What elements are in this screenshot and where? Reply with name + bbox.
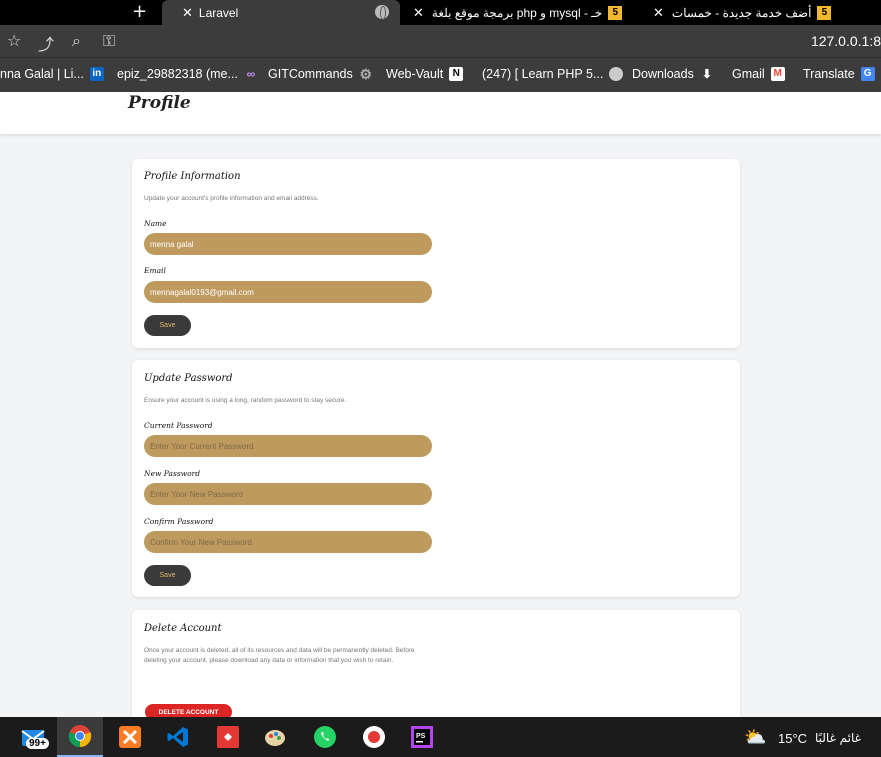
bookmark-linkedin[interactable]: nna Galal | Li... in xyxy=(0,67,104,81)
chrome-icon[interactable] xyxy=(57,717,103,757)
whatsapp-icon[interactable] xyxy=(311,723,339,751)
share-icon[interactable]: ⤴ xyxy=(38,31,54,55)
bookmark-gitcommands[interactable]: GITCommands ⚙ xyxy=(268,67,373,81)
globe-icon xyxy=(375,5,389,20)
delete-account-title: Delete Account xyxy=(144,623,222,634)
update-password-title: Update Password xyxy=(144,373,233,384)
bookmark-label: GITCommands xyxy=(268,67,353,81)
temperature: 15°C xyxy=(778,731,808,746)
bookmark-label: epiz_29882318 (me... xyxy=(117,67,238,81)
close-tab-icon[interactable]: ✕ xyxy=(182,5,193,21)
gear-icon: ⚙ xyxy=(359,66,373,82)
email-input[interactable]: mennagalal0193@gmail.com xyxy=(144,281,432,303)
close-tab-icon[interactable]: ✕ xyxy=(653,5,664,21)
tab-laravel[interactable]: ✕ Laravel xyxy=(162,0,400,25)
close-tab-icon[interactable]: ✕ xyxy=(413,5,424,21)
page-header: Profile xyxy=(0,92,881,134)
save-password-button[interactable]: Save xyxy=(144,565,191,586)
bookmark-label: Translate xyxy=(803,67,855,81)
save-profile-button[interactable]: Save xyxy=(144,315,191,336)
name-label: Name xyxy=(144,219,167,228)
svg-text:PS: PS xyxy=(416,733,426,740)
tab-title: أضف خدمة جديدة - خمسات xyxy=(671,5,812,20)
tab-strip: + ✕ Laravel ✕ برمجة موقع بلغة php و mysq… xyxy=(0,0,881,25)
zoom-icon[interactable]: ⌕ xyxy=(72,31,81,51)
current-password-label: Current Password xyxy=(144,421,213,430)
mail-badge: 99+ xyxy=(26,738,49,749)
khamsat-icon: 5 xyxy=(608,5,623,20)
current-password-input[interactable]: Enter Your Current Password xyxy=(144,435,432,457)
gmail-icon: M xyxy=(770,67,785,81)
globe-icon xyxy=(609,67,624,81)
notion-icon: N xyxy=(449,67,464,81)
confirm-password-input[interactable]: Confirm Your New Password xyxy=(144,531,432,553)
download-icon: ⬇ xyxy=(701,67,712,81)
xampp-icon[interactable] xyxy=(116,723,144,751)
email-label: Email xyxy=(144,266,166,275)
vscode-icon[interactable] xyxy=(164,723,192,751)
bookmark-gmail[interactable]: Gmail M xyxy=(732,67,785,81)
page-title: Profile xyxy=(128,93,191,113)
bookmark-label: (247) [ Learn PHP 5... xyxy=(482,67,604,81)
bookmark-translate[interactable]: Translate G xyxy=(803,67,875,81)
paint-icon[interactable] xyxy=(261,723,289,751)
infinity-icon: ∞ xyxy=(246,67,256,81)
new-password-label: New Password xyxy=(144,469,201,478)
delete-account-description: Once your account is deleted, all of its… xyxy=(144,647,415,664)
weather-condition: غائم غالبًا xyxy=(815,731,861,745)
confirm-password-label: Confirm Password xyxy=(144,517,214,526)
translate-icon: G xyxy=(860,67,875,81)
bookmark-downloads[interactable]: Downloads ⬇ xyxy=(632,67,714,81)
phpstorm-icon[interactable]: PS xyxy=(408,723,436,751)
bookmark-label: Downloads xyxy=(632,67,694,81)
bookmark-web-vault[interactable]: Web-Vault N xyxy=(386,67,464,81)
anydesk-icon[interactable] xyxy=(214,723,242,751)
bookmark-label: Web-Vault xyxy=(386,67,444,81)
name-input[interactable]: menna galal xyxy=(144,233,432,255)
bookmarks-bar: nna Galal | Li... in epiz_29882318 (me..… xyxy=(0,57,881,92)
bookmark-label: nna Galal | Li... xyxy=(0,67,84,81)
record-icon[interactable] xyxy=(360,723,388,751)
address-bar[interactable]: 127.0.0.1:8 xyxy=(811,33,881,49)
tab-title: Laravel xyxy=(198,5,239,20)
update-password-description: Ensure your account is using a long, ran… xyxy=(144,397,347,404)
bookmark-epiz[interactable]: epiz_29882318 (me... ∞ xyxy=(117,67,258,81)
delete-account-card: Delete Account Once your account is dele… xyxy=(132,610,740,720)
profile-information-card: Profile Information Update your account'… xyxy=(132,159,740,348)
profile-information-title: Profile Information xyxy=(144,171,241,182)
linkedin-icon: in xyxy=(89,67,104,81)
new-password-input[interactable]: Enter Your New Password xyxy=(144,483,432,505)
key-icon[interactable]: ⚿ xyxy=(103,31,115,51)
tab-php-mysql[interactable]: ✕ برمجة موقع بلغة php و mysql - خـ 5 xyxy=(405,0,635,25)
cloudy-weather-icon[interactable]: ⛅ xyxy=(744,727,766,748)
browser-toolbar: ☆ ⤴ ⌕ ⚿ 127.0.0.1:8 xyxy=(0,25,881,57)
bookmark-label: Gmail xyxy=(732,67,765,81)
khamsat-icon: 5 xyxy=(817,5,832,20)
new-tab-button[interactable]: + xyxy=(132,1,147,22)
profile-information-description: Update your account's profile informatio… xyxy=(144,195,319,202)
tab-title: برمجة موقع بلغة php و mysql - خـ xyxy=(431,5,603,20)
bookmark-star-icon[interactable]: ☆ xyxy=(7,31,21,50)
bookmark-learn-php[interactable]: (247) [ Learn PHP 5... xyxy=(482,67,624,81)
update-password-card: Update Password Ensure your account is u… xyxy=(132,360,740,597)
tab-khamsat[interactable]: ✕ أضف خدمة جديدة - خمسات 5 xyxy=(645,0,881,25)
